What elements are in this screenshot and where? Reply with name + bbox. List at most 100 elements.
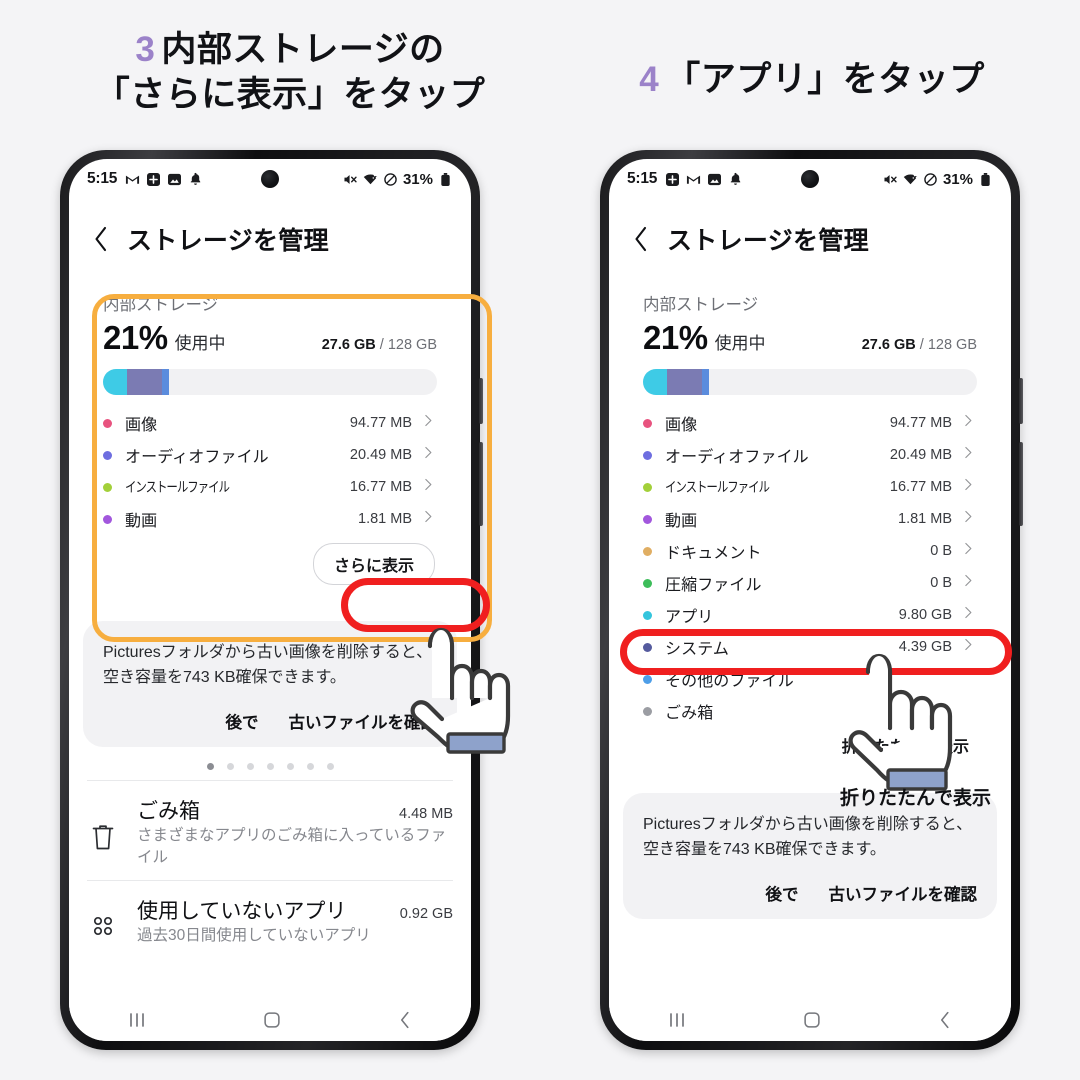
storage-breakdown-row[interactable]: インストールファイル 16.77 MB — [643, 471, 977, 503]
category-label: システム — [665, 641, 729, 658]
plus-box-icon — [665, 172, 680, 187]
review-old-files-button[interactable]: 古いファイルを確認 — [289, 709, 438, 733]
category-size: 0 B — [930, 543, 952, 559]
list-item-trash[interactable]: ごみ箱 4.48 MB さまざまなアプリのごみ箱に入っているファイル — [69, 781, 471, 880]
system-nav-bar — [69, 999, 471, 1041]
chevron-right-icon — [963, 637, 977, 657]
later-button[interactable]: 後で — [226, 709, 259, 733]
chevron-right-icon — [963, 445, 977, 465]
storage-breakdown-row[interactable]: 圧縮ファイル 0 B — [643, 567, 977, 599]
chevron-right-icon — [423, 445, 437, 465]
back-icon[interactable] — [395, 1009, 415, 1031]
category-label: 圧縮ファイル — [665, 577, 762, 594]
storage-breakdown-row[interactable]: オーディオファイル 20.49 MB — [643, 439, 977, 471]
trash-subtitle: さまざまなアプリのごみ箱に入っているファイル — [137, 826, 447, 867]
category-color-dot — [643, 418, 652, 428]
chevron-right-icon — [423, 477, 437, 497]
storage-breakdown-row[interactable]: ごみ箱 — [643, 695, 977, 727]
storage-breakdown-row[interactable]: アプリ 9.80 GB — [643, 599, 977, 631]
suggestion-page-dots[interactable] — [69, 747, 471, 780]
trash-title: ごみ箱 — [137, 799, 200, 823]
category-size: 1.81 MB — [358, 511, 412, 527]
category-size: 16.77 MB — [889, 479, 952, 495]
list-item-unused-apps[interactable]: 使用していないアプリ 0.92 GB 過去30日間使用していないアプリ — [69, 881, 471, 957]
chevron-right-icon — [423, 413, 437, 433]
category-label: 画像 — [125, 417, 158, 434]
chevron-right-icon — [963, 605, 977, 625]
storage-breakdown-row[interactable]: ドキュメント 0 B — [643, 535, 977, 567]
back-icon[interactable] — [935, 1009, 955, 1031]
chevron-right-icon — [963, 573, 977, 593]
storage-bar-segment-purple — [667, 369, 703, 395]
gmail-icon — [125, 172, 140, 187]
later-button[interactable]: 後で — [766, 881, 799, 905]
show-more-button[interactable]: さらに表示 — [312, 543, 435, 585]
category-color-dot — [643, 610, 652, 620]
usage-total: 27.6 GB / 128 GB — [322, 337, 437, 353]
page-dot[interactable] — [266, 762, 274, 770]
caption-step-3-line2: 「さらに表示」をタップ — [94, 74, 486, 114]
status-clock: 5:15 — [87, 170, 118, 187]
content-scroll-area[interactable]: 内部ストレージ 21% 使用中 27.6 GB / 128 GB 画像 94.77… — [69, 271, 471, 995]
page-dot[interactable] — [206, 762, 214, 770]
category-label: アプリ — [665, 609, 714, 626]
home-icon[interactable] — [261, 1009, 283, 1031]
category-color-dot — [643, 546, 652, 556]
storage-breakdown-row[interactable]: 画像 94.77 MB — [103, 407, 437, 439]
category-size: 16.77 MB — [349, 479, 412, 495]
storage-breakdown-row[interactable]: その他のファイル — [643, 663, 977, 695]
page-dot[interactable] — [246, 762, 254, 770]
trash-icon — [87, 795, 119, 870]
recents-icon[interactable] — [665, 1010, 689, 1030]
storage-breakdown-row[interactable]: 画像 94.77 MB — [643, 407, 977, 439]
recents-icon[interactable] — [125, 1010, 149, 1030]
category-color-dot — [643, 482, 652, 492]
storage-breakdown-row[interactable]: システム 4.39 GB — [643, 631, 977, 663]
battery-percent: 31% — [402, 170, 433, 188]
home-icon[interactable] — [801, 1009, 823, 1031]
internal-storage-card: 内部ストレージ 21% 使用中 27.6 GB / 128 GB 画像 94.77… — [83, 271, 457, 605]
collapse-button[interactable]: 折りたたんで表示 — [641, 727, 979, 767]
page-dot[interactable] — [286, 762, 294, 770]
usage-summary: 21% 使用中 27.6 GB / 128 GB — [101, 317, 439, 361]
bell-icon — [188, 172, 203, 187]
content-scroll-area[interactable]: 内部ストレージ 21% 使用中 27.6 GB / 128 GB 画像 94.77… — [609, 271, 1011, 995]
usage-separator: / — [919, 337, 924, 353]
battery-icon — [438, 172, 453, 187]
storage-breakdown-list-collapsed: 画像 94.77 MB オーディオファイル 20.49 MB インストールファイル 16.… — [101, 401, 439, 535]
storage-usage-bar — [103, 369, 437, 395]
volume-button[interactable] — [479, 442, 483, 526]
chevron-right-icon — [963, 413, 977, 433]
page-dot[interactable] — [326, 762, 334, 770]
power-button[interactable] — [479, 378, 483, 424]
storage-breakdown-list-expanded: 画像 94.77 MB オーディオファイル 20.49 MB インストールファイル 16.… — [641, 401, 979, 727]
status-clock: 5:15 — [627, 170, 658, 187]
volume-button[interactable] — [1019, 442, 1023, 526]
cleanup-suggestion-text: Picturesフォルダから古い画像を削除すると、空き容量を743 KB確保でき… — [103, 644, 433, 686]
system-nav-bar — [609, 999, 1011, 1041]
category-size: 9.80 GB — [898, 607, 952, 623]
battery-percent: 31% — [942, 170, 973, 188]
category-color-dot — [103, 418, 112, 428]
storage-breakdown-row[interactable]: 動画 1.81 MB — [643, 503, 977, 535]
back-arrow-icon[interactable] — [631, 225, 651, 253]
chevron-right-icon — [963, 477, 977, 497]
trash-size: 4.48 MB — [399, 805, 453, 822]
page-title: ストレージを管理 — [667, 227, 869, 255]
power-button[interactable] — [1019, 378, 1023, 424]
page-dot[interactable] — [306, 762, 314, 770]
phone-screen-right: 5:15 31% ストレージを管理 内部ストレージ 21% 使用中 27.6 G… — [609, 159, 1011, 1041]
phone-mockup-right: 5:15 31% ストレージを管理 内部ストレージ 21% 使用中 27.6 G… — [600, 150, 1023, 1050]
storage-bar-segment-cyan — [643, 369, 668, 395]
usage-capacity: 128 GB — [387, 337, 437, 353]
storage-breakdown-row[interactable]: 動画 1.81 MB — [103, 503, 437, 535]
storage-breakdown-row[interactable]: オーディオファイル 20.49 MB — [103, 439, 437, 471]
back-arrow-icon[interactable] — [91, 225, 111, 253]
category-color-dot — [103, 482, 112, 492]
storage-breakdown-row[interactable]: インストールファイル 16.77 MB — [103, 471, 437, 503]
category-label: オーディオファイル — [125, 449, 269, 466]
storage-usage-bar — [643, 369, 977, 395]
review-old-files-button[interactable]: 古いファイルを確認 — [829, 881, 978, 905]
page-dot[interactable] — [226, 762, 234, 770]
wifi-icon — [903, 172, 918, 187]
